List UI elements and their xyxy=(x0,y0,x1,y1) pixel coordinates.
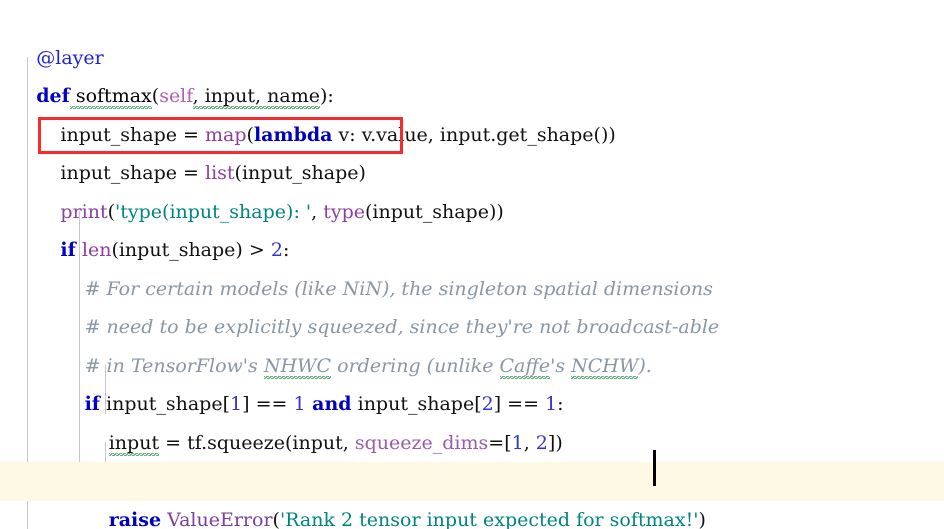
code-line-13[interactable]: raise ValueError('Rank 2 tensor input ex… xyxy=(0,462,944,529)
code-line-7[interactable]: # For certain models (like NiN), the sin… xyxy=(0,231,944,300)
code-line-12[interactable]: else: xyxy=(0,424,944,492)
code-editor-view[interactable]: @layer def softmax(self, input, name): i… xyxy=(0,0,944,529)
code-line-1[interactable]: @layer xyxy=(0,0,944,69)
text-caret xyxy=(653,450,656,486)
code-line-11[interactable]: input = tf.squeeze(input, squeeze_dims=[… xyxy=(0,385,944,456)
code-line-2[interactable]: def softmax(self, input, name): xyxy=(0,39,944,109)
code-line-8[interactable]: # need to be explicitly squeezed, since … xyxy=(0,270,944,338)
code-line-6[interactable]: if len(input_shape) > 2: xyxy=(0,193,944,261)
code-line-14[interactable]: return tf.nn.softmax(input, name) xyxy=(0,501,944,529)
code-line-9[interactable]: # in TensorFlow's NHWC ordering (unlike … xyxy=(0,308,944,379)
code-line-4[interactable]: input_shape = list(input_shape) xyxy=(0,116,944,184)
code-line-5[interactable]: print('type(input_shape): ', type(input_… xyxy=(0,154,944,223)
code-line-10[interactable]: if input_shape[1] == 1 and input_shape[2… xyxy=(0,347,944,415)
code-line-3[interactable]: input_shape = map(lambda v: v.value, inp… xyxy=(0,77,944,146)
code-lines-container[interactable]: @layer def softmax(self, input, name): i… xyxy=(0,0,944,529)
